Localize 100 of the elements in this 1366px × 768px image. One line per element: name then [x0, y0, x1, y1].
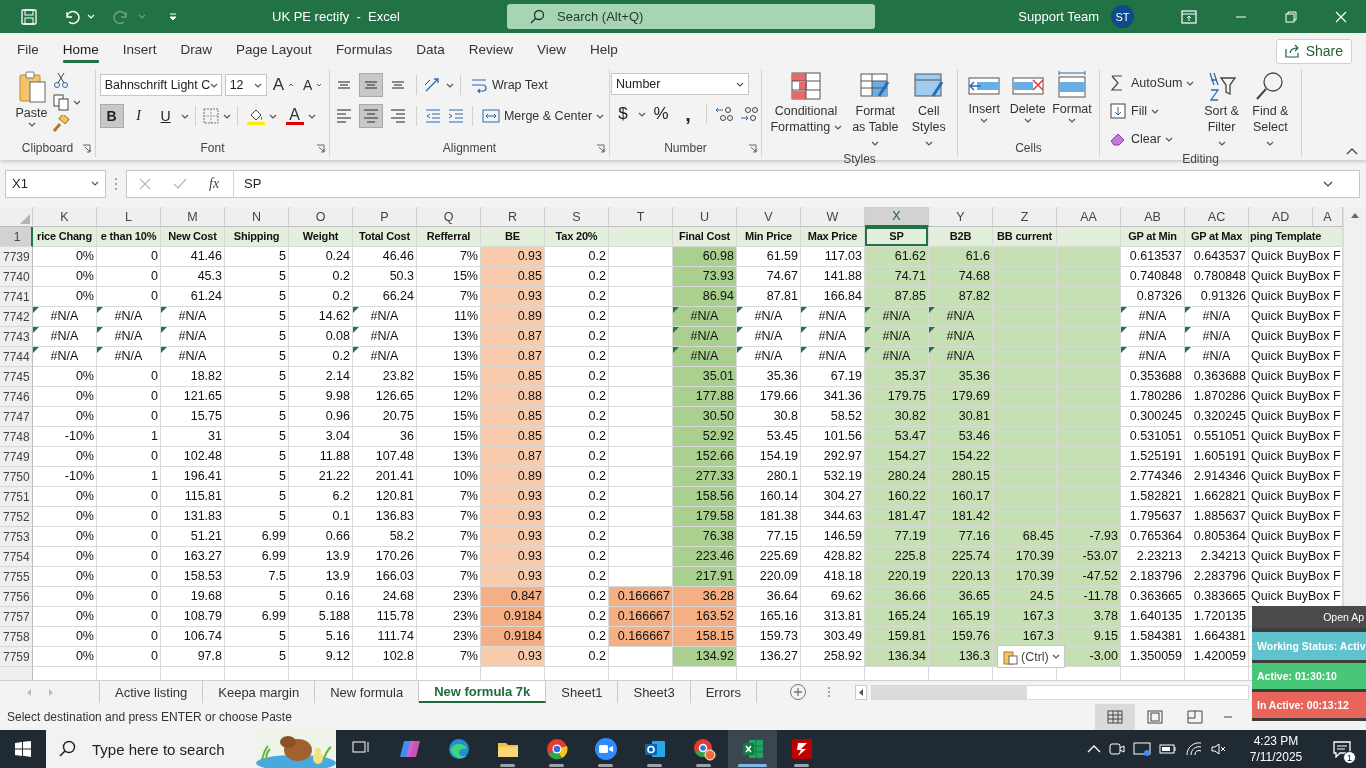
percent-button[interactable]: % [649, 102, 673, 126]
horizontal-scrollbar[interactable] [871, 684, 1250, 700]
column-header[interactable]: W [801, 207, 865, 227]
dialog-launcher-icon[interactable] [316, 144, 325, 153]
header-cell[interactable]: e than 10% [97, 227, 161, 247]
header-cell[interactable]: Tax 20% [545, 227, 609, 247]
underline-button[interactable]: U [153, 104, 178, 128]
row-header[interactable]: 7741 [0, 287, 33, 307]
header-cell[interactable]: Min Price [737, 227, 801, 247]
column-header[interactable]: O [289, 207, 353, 227]
format-button[interactable]: Format [1051, 69, 1093, 124]
column-header[interactable]: K [33, 207, 97, 227]
close-icon[interactable] [1335, 10, 1347, 23]
camera-icon[interactable] [1108, 741, 1126, 757]
row-header[interactable]: 7751 [0, 487, 33, 507]
dialog-launcher-icon[interactable] [596, 144, 605, 153]
row-header[interactable]: 7754 [0, 547, 33, 567]
scrollbar-thumb[interactable] [872, 685, 1028, 699]
sort-filter-button[interactable]: Sort & Filter [1200, 69, 1243, 152]
format-as-table-button[interactable]: Format as Table [846, 69, 904, 152]
column-header[interactable]: V [737, 207, 801, 227]
row-header[interactable]: 7753 [0, 527, 33, 547]
column-header[interactable]: S [545, 207, 609, 227]
search-field[interactable]: Type here to search [90, 739, 240, 759]
header-cell[interactable]: Max Price [801, 227, 865, 247]
scroll-left-icon[interactable] [855, 684, 868, 700]
menu-tab[interactable]: Insert [110, 33, 169, 65]
grow-font-button[interactable]: A [269, 73, 297, 97]
menu-tab[interactable]: Draw [168, 33, 225, 65]
column-header[interactable]: Z [993, 207, 1057, 227]
row-header[interactable]: 7750 [0, 467, 33, 487]
widget-header[interactable]: Open Ap [1252, 606, 1366, 628]
font-name-field[interactable]: Bahnschrift Light C [99, 74, 222, 96]
share-button[interactable]: Share [1275, 38, 1352, 64]
menu-tab[interactable]: File [5, 33, 51, 65]
scissors-icon[interactable] [52, 71, 71, 89]
wrap-text-button[interactable]: Wrap Text [466, 73, 551, 97]
cell-styles-button[interactable]: Cell Styles [906, 69, 951, 152]
italic-button[interactable]: I [126, 104, 151, 128]
increase-decimal-icon[interactable] [713, 105, 735, 123]
header-cell[interactable]: Final Cost [673, 227, 737, 247]
column-header[interactable]: A [1313, 207, 1343, 227]
formula-field[interactable]: SP [233, 170, 1301, 197]
menu-tab[interactable]: Data [404, 33, 457, 65]
header-cell[interactable]: GP at Max [1185, 227, 1249, 247]
menu-tab[interactable]: Home [50, 33, 111, 65]
row-header[interactable]: 7739 [0, 247, 33, 267]
decrease-decimal-icon[interactable] [738, 105, 760, 123]
search-box[interactable]: Type here to search [46, 730, 336, 768]
wifi-icon[interactable] [1185, 741, 1203, 757]
row-header[interactable]: 7747 [0, 407, 33, 427]
row-header[interactable]: 7748 [0, 427, 33, 447]
normal-view-button[interactable] [1095, 703, 1135, 730]
header-cell[interactable]: Total Cost [353, 227, 417, 247]
chevron-up-icon[interactable] [1087, 744, 1101, 754]
speaker-muted-icon[interactable] [1210, 741, 1228, 757]
shrink-font-button[interactable]: A [300, 73, 326, 97]
header-cell[interactable]: ping Template [1249, 227, 1343, 247]
font-color-button[interactable]: A [282, 104, 319, 128]
row-header[interactable]: 7752 [0, 507, 33, 527]
paintbrush-icon[interactable] [52, 115, 71, 133]
menu-tab[interactable]: Formulas [323, 33, 405, 65]
collapse-ribbon-icon[interactable] [1346, 147, 1358, 155]
column-header[interactable]: P [353, 207, 417, 227]
header-cell[interactable]: Shipping [225, 227, 289, 247]
menu-tab[interactable]: Help [577, 33, 630, 65]
header-cell[interactable]: BE [481, 227, 545, 247]
fill-button[interactable]: Fill [1106, 99, 1198, 123]
align-middle-button[interactable] [358, 73, 383, 97]
battery-icon[interactable] [1158, 742, 1178, 756]
customize-icon[interactable] [168, 11, 178, 22]
dialog-launcher-icon[interactable] [748, 144, 757, 153]
row-header[interactable]: 7742 [0, 307, 33, 327]
display-icon[interactable] [1133, 741, 1151, 757]
copy-icon[interactable] [52, 93, 71, 111]
header-cell[interactable]: rice Chang [33, 227, 97, 247]
insert-button[interactable]: Insert [964, 69, 1005, 124]
autosum-button[interactable]: AutoSum [1106, 71, 1198, 95]
header-cell[interactable]: Refferral [417, 227, 481, 247]
menu-tab[interactable]: View [524, 33, 578, 65]
ribbon-display-icon[interactable] [1181, 9, 1197, 24]
column-header[interactable]: AB [1121, 207, 1185, 227]
number-format-field[interactable]: Number [611, 73, 749, 95]
column-header[interactable]: L [97, 207, 161, 227]
column-header[interactable]: N [225, 207, 289, 227]
comma-style-button[interactable]: , [676, 102, 700, 126]
expand-icon[interactable] [1323, 180, 1333, 187]
dialog-launcher-icon[interactable] [82, 144, 91, 153]
start-icon[interactable] [14, 740, 32, 758]
header-cell[interactable]: Weight [289, 227, 353, 247]
row-header[interactable]: 1 [0, 227, 33, 247]
find-select-button[interactable]: Find & Select [1245, 69, 1295, 152]
header-cell[interactable]: BB current [993, 227, 1057, 247]
name-box[interactable]: X1 [5, 169, 106, 198]
column-header[interactable]: Y [929, 207, 993, 227]
search-field[interactable]: Search (Alt+Q) [555, 8, 755, 25]
font-size-field[interactable]: 12 [224, 74, 267, 96]
column-header[interactable]: AC [1185, 207, 1249, 227]
row-header[interactable]: 7743 [0, 327, 33, 347]
insert-function-button[interactable]: fx [209, 175, 220, 192]
